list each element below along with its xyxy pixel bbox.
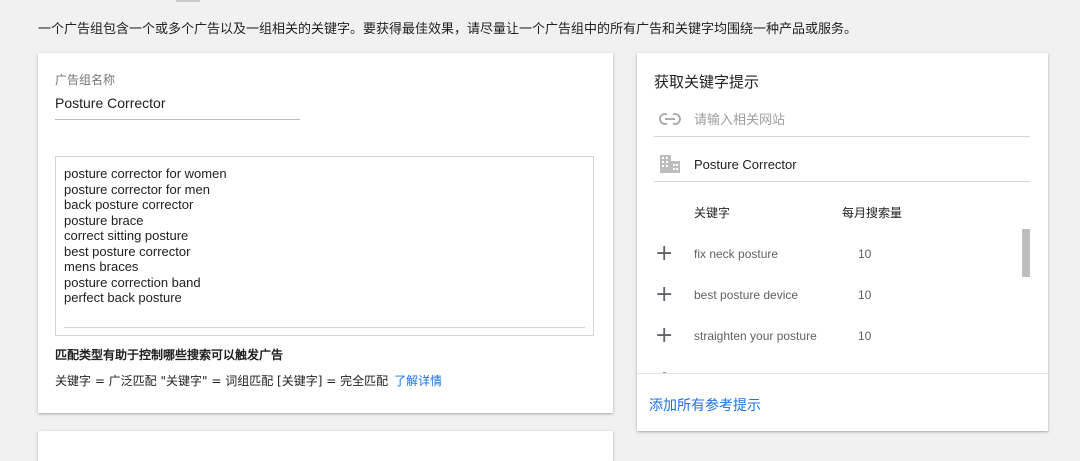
- suggestion-volume: 10: [858, 329, 872, 343]
- link-icon: [659, 113, 681, 125]
- suggestions-scrollbar[interactable]: [1022, 229, 1030, 277]
- keywords-list: posture corrector for women posture corr…: [64, 166, 227, 306]
- suggestion-volume: 10: [858, 288, 872, 302]
- intro-text: 一个广告组包含一个或多个广告以及一组相关的关键字。要获得最佳效果，请尽量让一个广…: [38, 22, 858, 37]
- column-header-monthly-volume: 每月搜索量: [842, 206, 903, 220]
- footer-divider: [637, 373, 1048, 374]
- suggestion-row: + straighten your posture 10: [637, 322, 1037, 352]
- suggestion-row: + best posture device 10: [637, 281, 1037, 311]
- suggestion-keyword: fix neck posture: [694, 247, 779, 261]
- next-card: [38, 431, 613, 461]
- keyword-line: mens braces: [64, 259, 139, 274]
- suggestion-row: + fix neck posture 10: [637, 240, 1037, 270]
- keyword-line: back posture corrector: [64, 197, 194, 212]
- keyword-line: best posture corrector: [64, 243, 191, 259]
- suggestion-keyword: straighten your posture: [694, 329, 817, 343]
- match-type-description: 关键字 = 广泛匹配 "关键字" = 词组匹配 [关键字] = 完全匹配 了解详情: [55, 372, 442, 389]
- keyword-line: posture correction band: [64, 274, 201, 290]
- keywords-input-underline: [64, 327, 585, 328]
- plus-icon[interactable]: +: [655, 284, 673, 306]
- match-type-text: 关键字 = 广泛匹配 "关键字" = 词组匹配 [关键字] = 完全匹配: [55, 374, 389, 388]
- match-type-title: 匹配类型有助于控制哪些搜索可以触发广告: [55, 348, 284, 362]
- website-input-row: [654, 109, 1030, 137]
- keyword-line: posture corrector for women: [64, 166, 227, 181]
- suggestion-volume: 10: [858, 247, 872, 261]
- plus-icon[interactable]: +: [655, 325, 673, 347]
- product-name: Posture Corrector: [694, 157, 797, 172]
- keywords-textarea[interactable]: posture corrector for women posture corr…: [55, 156, 594, 336]
- ad-group-name-field[interactable]: Posture Corrector: [55, 95, 165, 111]
- top-tab-indicator: [176, 0, 200, 2]
- website-input[interactable]: [694, 109, 1014, 131]
- keyword-line: posture brace: [64, 212, 144, 228]
- building-icon: [660, 155, 680, 173]
- suggestion-keyword: best posture device: [694, 288, 799, 302]
- ad-group-card: 广告组名称 Posture Corrector posture correcto…: [38, 53, 613, 413]
- plus-icon[interactable]: +: [655, 243, 673, 265]
- learn-more-link[interactable]: 了解详情: [394, 374, 442, 388]
- ad-group-name-underline: [55, 119, 300, 120]
- ad-group-name-label: 广告组名称: [55, 73, 116, 87]
- keyword-line: posture corrector for men: [64, 181, 210, 197]
- add-all-suggestions-button[interactable]: 添加所有参考提示: [649, 395, 761, 415]
- keyword-line: correct sitting posture: [64, 228, 189, 243]
- product-row[interactable]: Posture Corrector: [654, 151, 1030, 182]
- keyword-suggestions-card: 获取关键字提示 Posture Corrector 关键字 每月搜: [637, 53, 1048, 431]
- column-header-keyword: 关键字: [694, 206, 731, 220]
- suggestions-title: 获取关键字提示: [654, 73, 760, 91]
- keyword-line: perfect back posture: [64, 290, 182, 305]
